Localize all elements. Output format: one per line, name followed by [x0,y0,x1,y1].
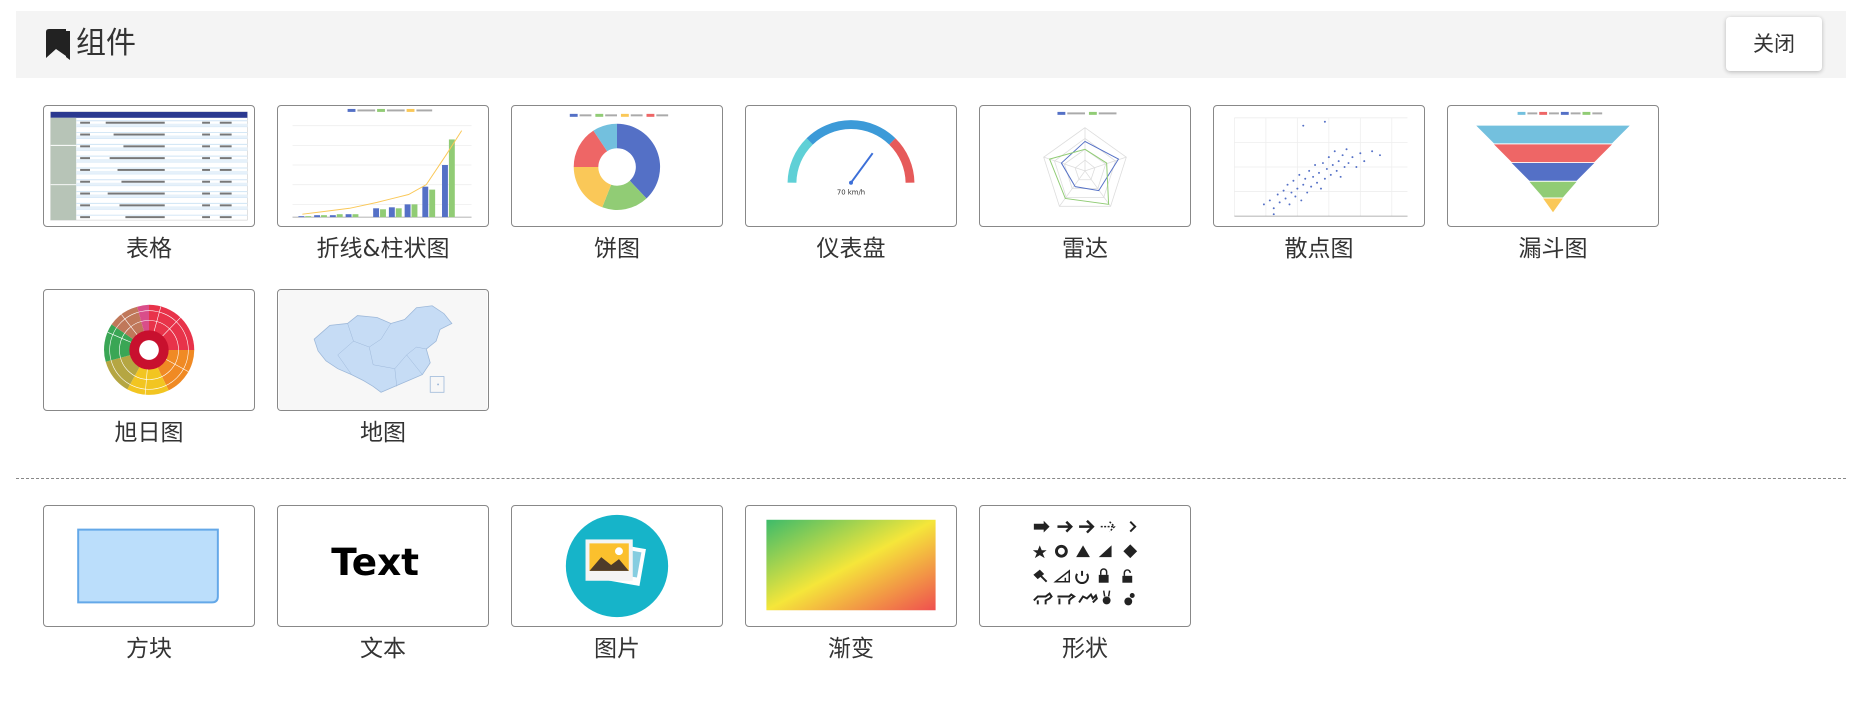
text-component-tile[interactable]: Text [277,505,489,627]
shapes-thumbnail [1032,519,1138,606]
image-thumbnail [565,514,669,618]
section-divider [16,478,1846,479]
table-component-label: 表格 [126,236,172,262]
text-preview: Text [331,540,419,584]
gauge-value-text: 70 km/h [837,189,865,197]
table-thumbnail [50,111,248,221]
funnel-chart-thumbnail [1476,111,1630,213]
shapes-component-tile[interactable] [979,505,1191,627]
panel-header: 组件 关闭 [16,11,1846,78]
line-bar-component-tile[interactable] [277,105,489,227]
sunburst-component-tile[interactable] [43,289,255,411]
image-component-tile[interactable] [511,505,723,627]
gauge-thumbnail: 70 km/h [787,120,915,197]
gauge-component-tile[interactable]: 70 km/h [745,105,957,227]
map-component-tile[interactable] [277,289,489,411]
scatter-component-tile[interactable] [1213,105,1425,227]
gradient-thumbnail [766,519,936,611]
map-component-label: 地图 [360,420,406,446]
text-component-label: 文本 [360,636,406,662]
line-bar-component-label: 折线&柱状图 [316,236,450,262]
radar-component-tile[interactable] [979,105,1191,227]
shapes-component-label: 形状 [1062,636,1108,662]
line-bar-chart-thumbnail [292,108,472,218]
bookmark-icon [46,29,70,60]
radar-component-label: 雷达 [1062,236,1108,262]
radar-chart-thumbnail [1043,111,1127,207]
pie-component-tile[interactable] [511,105,723,227]
gradient-component-tile[interactable] [745,505,957,627]
rectangle-component-label: 方块 [126,636,172,662]
funnel-component-tile[interactable] [1447,105,1659,227]
scatter-component-label: 散点图 [1284,236,1354,262]
panel-title: 组件 [76,26,136,61]
pie-component-label: 饼图 [594,236,640,262]
funnel-component-label: 漏斗图 [1518,236,1588,262]
rectangle-thumbnail [77,528,219,604]
map-thumbnail [278,290,488,410]
pie-chart-thumbnail [569,113,669,210]
table-component-tile[interactable] [43,105,255,227]
gauge-component-label: 仪表盘 [816,236,886,262]
gradient-component-label: 渐变 [828,636,874,662]
sunburst-component-label: 旭日图 [114,420,184,446]
scatter-chart-thumbnail [1234,117,1408,217]
image-component-label: 图片 [594,636,640,662]
close-button[interactable]: 关闭 [1726,17,1822,71]
rectangle-component-tile[interactable] [43,505,255,627]
sunburst-chart-thumbnail [104,304,195,396]
text-thumbnail: Text [331,540,419,584]
